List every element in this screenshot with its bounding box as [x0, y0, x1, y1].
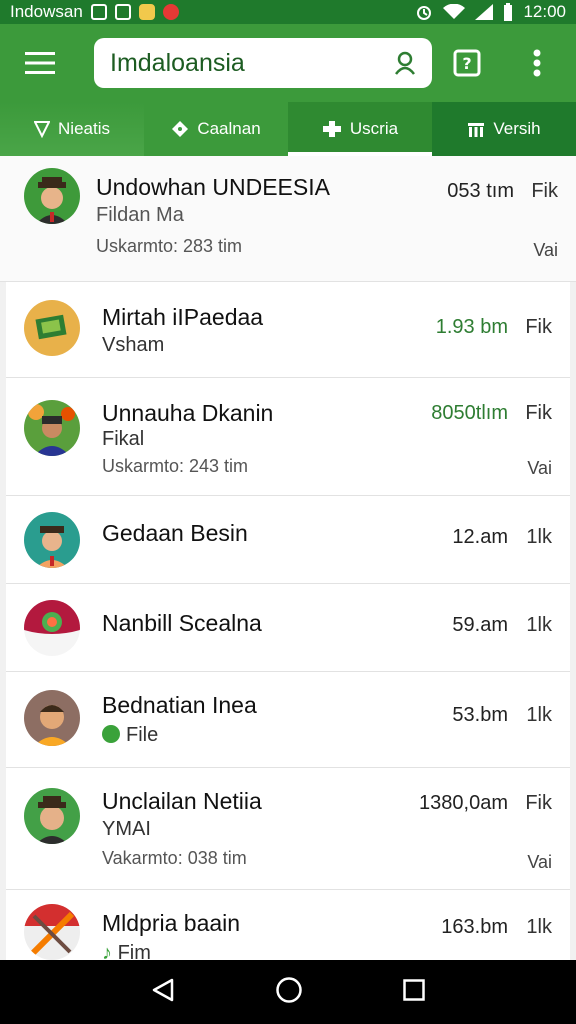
tab-label: Caalnan: [197, 119, 261, 138]
search-icon[interactable]: [392, 50, 418, 76]
list-item[interactable]: Mirtah iIPaedaa Vsham 1.93 bm Fik: [6, 282, 570, 378]
item-time: 1.93 bm: [435, 316, 508, 338]
item-extra: Vai: [527, 852, 552, 872]
menu-button[interactable]: [0, 24, 80, 102]
list-item[interactable]: Undowhan UNDEESIA Fildan Ma Uskarmto: 28…: [0, 156, 576, 282]
check-circle-icon: [102, 725, 120, 743]
building-icon: [468, 123, 485, 137]
tab-caalnan[interactable]: Caalnan: [144, 102, 288, 156]
item-title: Undowhan UNDEESIA: [96, 174, 330, 200]
avatar: [24, 600, 80, 656]
item-title: Bednatian Inea: [102, 692, 257, 718]
item-time: 53.bm: [452, 704, 508, 726]
item-meta: Uskarmto: 243 tim: [102, 456, 249, 476]
system-nav-bar: [0, 960, 576, 1024]
tab-versih[interactable]: Versih: [432, 102, 576, 156]
item-kind: Fik: [525, 316, 552, 338]
tab-nieatis[interactable]: Nieatis: [0, 102, 144, 156]
alarm-icon: [417, 6, 432, 20]
item-meta: Uskarmto: 283 tim: [96, 236, 243, 256]
item-subtitle: YMAI: [102, 818, 151, 840]
item-subtitle: Fildan Ma: [96, 204, 184, 226]
item-kind: Fik: [531, 180, 558, 202]
item-title: Unclailan Netiia: [102, 788, 262, 814]
item-title: Mirtah iIPaedaa: [102, 304, 264, 330]
item-subtitle: Fim: [117, 942, 151, 960]
item-kind: 1lk: [526, 614, 552, 636]
list-item[interactable]: Unnauha Dkanin Fikal Uskarmto: 243 tim 8…: [6, 378, 570, 496]
item-subtitle: Vsham: [102, 334, 165, 356]
item-title: Mldpria baain: [102, 910, 241, 936]
item-kind: Fik: [525, 402, 552, 424]
list-item[interactable]: Mldpria baain ♪ Fim 163.bm 1lk: [6, 890, 570, 960]
list-item[interactable]: Gedaan Besin 12.am 1lk: [6, 496, 570, 584]
item-meta: Vakarmto: 038 tim: [102, 848, 247, 868]
item-time: 59.am: [452, 614, 508, 636]
search-input-value: Imdaloansia: [110, 48, 245, 77]
item-time: 1380,0am: [419, 792, 508, 814]
record-icon: [162, 4, 179, 20]
back-button[interactable]: [150, 977, 176, 1008]
item-time: 163.bm: [441, 916, 508, 938]
svg-text:?: ?: [462, 54, 471, 73]
help-button[interactable]: ?: [432, 24, 502, 102]
carrier-label: Indowsan: [10, 2, 83, 21]
back-icon: [152, 978, 173, 1001]
tab-label: Versih: [493, 119, 541, 138]
avatar: [24, 690, 80, 746]
item-kind: Fik: [525, 792, 552, 814]
app-notification-icon: [114, 4, 131, 20]
tab-label: Nieatis: [58, 119, 110, 138]
recents-icon: [403, 978, 426, 1001]
item-subtitle-row: File: [102, 724, 158, 747]
search-input[interactable]: Imdaloansia: [94, 38, 432, 88]
avatar: [24, 400, 80, 456]
avatar: [24, 168, 80, 224]
tab-uscria[interactable]: Uscria: [288, 102, 432, 156]
item-kind: 1lk: [526, 916, 552, 938]
tag-icon: [172, 121, 189, 137]
list-item[interactable]: Unclailan Netiia YMAI Vakarmto: 038 tim …: [6, 768, 570, 890]
tab-bar: Nieatis Caalnan Uscria Versih: [0, 102, 576, 156]
tab-label: Uscria: [349, 119, 399, 138]
avatar: [24, 300, 80, 356]
item-kind: 1lk: [526, 704, 552, 726]
signal-icon: [475, 4, 494, 20]
item-title: Nanbill Scealna: [102, 610, 262, 636]
item-subtitle: Fikal: [102, 428, 145, 450]
item-kind: 1lk: [526, 526, 552, 548]
app-bar: Imdaloansia ?: [0, 24, 576, 102]
hamburger-menu-icon: [25, 52, 55, 74]
help-square-icon: ?: [453, 49, 481, 77]
item-extra: Vai: [533, 240, 558, 260]
item-time: 8050tlım: [431, 402, 508, 424]
list-item[interactable]: Nanbill Scealna 59.am 1lk: [6, 584, 570, 672]
item-time: 12.am: [452, 526, 508, 548]
item-extra: Vai: [527, 458, 552, 478]
cross-icon: [322, 121, 341, 137]
game-notification-icon: [138, 4, 155, 20]
avatar: [24, 788, 80, 844]
item-subtitle: File: [126, 724, 159, 746]
conversation-list: Undowhan UNDEESIA Fildan Ma Uskarmto: 28…: [0, 156, 576, 960]
status-bar: Indowsan 12:00: [0, 0, 576, 24]
item-title: Gedaan Besin: [102, 520, 248, 546]
leaf-icon: ♪: [102, 942, 112, 960]
item-title: Unnauha Dkanin: [102, 400, 274, 426]
list-item[interactable]: Bednatian Inea File 53.bm 1lk: [6, 672, 570, 768]
avatar: [24, 904, 80, 960]
wifi-icon: [443, 4, 466, 19]
more-vert-icon: [533, 49, 541, 77]
battery-icon: [504, 3, 513, 21]
shield-icon: [34, 121, 51, 138]
recents-button[interactable]: [402, 978, 426, 1007]
more-options-button[interactable]: [502, 24, 572, 102]
item-subtitle-row: ♪ Fim: [102, 942, 151, 960]
notification-icon: [90, 4, 107, 20]
avatar: [24, 512, 80, 568]
home-button[interactable]: [275, 976, 303, 1009]
home-icon: [276, 976, 302, 1003]
item-time: 053 tım: [447, 180, 514, 202]
clock-time: 12:00: [523, 2, 566, 21]
